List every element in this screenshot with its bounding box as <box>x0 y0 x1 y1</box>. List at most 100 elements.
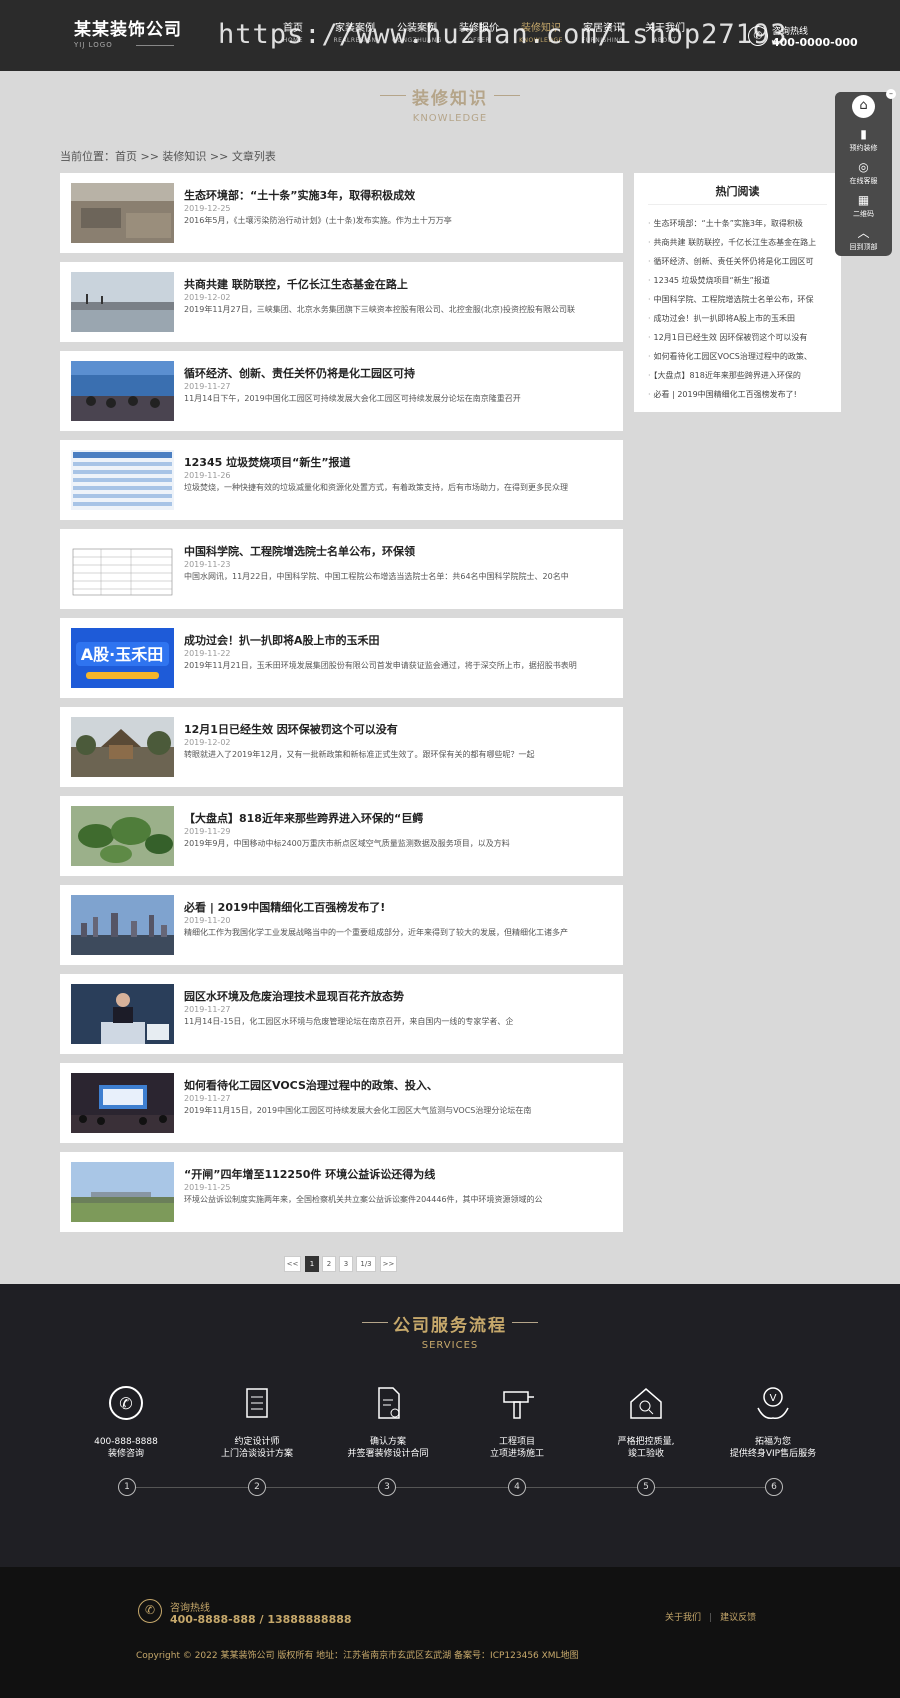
article-summary: 转眼就进入了2019年12月，又有一批新政策和新标准正式生效了。跟环保有关的都有… <box>184 750 535 759</box>
next-page-button[interactable]: >> <box>380 1256 397 1272</box>
hot-reading-item[interactable]: 【大盘点】818近年来那些跨界进入环保的 <box>648 366 830 385</box>
article-thumbnail[interactable] <box>71 539 174 599</box>
hot-reading-item[interactable]: 中国科学院、工程院增选院士名单公布，环保 <box>648 290 830 309</box>
article-title[interactable]: 必看 | 2019中国精细化工百强榜发布了! <box>184 899 385 915</box>
services-section: 公司服务流程 SERVICES ✆ 400-888-8888 装修咨询 约定设计… <box>0 1284 900 1567</box>
article-summary: 垃圾焚烧，一种快捷有效的垃圾减量化和资源化处置方式，有着政策支持，后有市场助力，… <box>184 483 568 492</box>
article-thumbnail[interactable] <box>71 806 174 866</box>
article-date: 2019-11-20 <box>184 916 231 925</box>
services-title: 公司服务流程 SERVICES <box>0 1311 900 1351</box>
footer-hotline-numbers: 400-8888-888 / 13888888888 <box>170 1613 352 1626</box>
article-item[interactable]: 必看 | 2019中国精细化工百强榜发布了! 2019-11-20 精细化工作为… <box>60 885 623 965</box>
hot-reading-item[interactable]: 必看 | 2019中国精细化工百强榜发布了! <box>648 385 830 404</box>
article-thumbnail[interactable] <box>71 1162 174 1222</box>
svg-text:V: V <box>770 1393 777 1404</box>
float-item-top[interactable]: ︿ 回到顶部 <box>835 226 892 252</box>
article-item[interactable]: 中国科学院、工程院增选院士名单公布，环保领 2019-11-23 中国水网讯，1… <box>60 529 623 609</box>
article-title[interactable]: 共商共建 联防联控，千亿长江生态基金在路上 <box>184 276 408 292</box>
home-button[interactable]: ⌂ <box>835 92 892 121</box>
article-item[interactable]: 生态环境部：“土十条”实施3年，取得积极成效 2019-12-25 2016年5… <box>60 173 623 253</box>
page-button[interactable]: 1 <box>305 1256 319 1272</box>
site-footer: ✆ 咨询热线 400-8888-888 / 13888888888 关于我们 | 建… <box>0 1567 900 1698</box>
float-item-qrcode[interactable]: ▦ 二维码 <box>835 193 892 219</box>
nav-sublabel: OFFER <box>467 37 491 44</box>
article-item[interactable]: 12月1日已经生效 因环保被罚这个可以没有 2019-12-02 转眼就进入了2… <box>60 707 623 787</box>
contract-icon <box>378 1387 400 1419</box>
article-thumbnail[interactable] <box>71 183 174 243</box>
nav-item-furnishing[interactable]: 家居资讯 FURNISHING <box>568 22 638 46</box>
hot-reading-item[interactable]: 12月1日已经生效 因环保被罚这个可以没有 <box>648 328 830 347</box>
article-title[interactable]: 循环经济、创新、责任关怀仍将是化工园区可持 <box>184 365 415 381</box>
nav-label: 装修报价 <box>459 23 499 34</box>
article-thumbnail[interactable] <box>71 1073 174 1133</box>
article-thumbnail[interactable] <box>71 272 174 332</box>
nav-item-home-cases[interactable]: 家装案例 REALRESIGN <box>320 22 390 46</box>
page-button[interactable]: 3 <box>339 1256 353 1272</box>
hot-reading-item[interactable]: 12345 垃圾焚烧项目“新生”报道 <box>648 271 830 290</box>
breadcrumb[interactable]: 当前位置：首页 >> 装修知识 >> 文章列表 <box>60 148 276 164</box>
article-title[interactable]: 12月1日已经生效 因环保被罚这个可以没有 <box>184 721 398 737</box>
drill-icon <box>503 1391 534 1419</box>
article-item[interactable]: 如何看待化工园区VOCS治理过程中的政策、投入、 2019-11-27 2019… <box>60 1063 623 1143</box>
article-item[interactable]: 【大盘点】818近年来那些跨界进入环保的“巨鳄 2019-11-29 2019年… <box>60 796 623 876</box>
article-date: 2019-11-27 <box>184 1094 231 1103</box>
article-title[interactable]: 生态环境部：“土十条”实施3年，取得积极成效 <box>184 187 415 203</box>
service-line2: 上门洽谈设计方案 <box>220 1449 293 1459</box>
article-thumbnail[interactable] <box>71 717 174 777</box>
prev-page-button[interactable]: << <box>284 1256 301 1272</box>
step-number: 3 <box>378 1478 396 1496</box>
hot-reading-item[interactable]: 循环经济、创新、责任关怀仍将是化工园区可 <box>648 252 830 271</box>
article-item[interactable]: “开闸”四年增至112250件 环境公益诉讼还得为线 2019-11-25 环境… <box>60 1152 623 1232</box>
nav-item-public-cases[interactable]: 公装案例 GONGZHUANG <box>382 22 452 46</box>
service-line2: 竣工验收 <box>627 1449 664 1459</box>
article-thumbnail[interactable] <box>71 450 174 510</box>
article-item[interactable]: 循环经济、创新、责任关怀仍将是化工园区可持 2019-11-27 11月14日下… <box>60 351 623 431</box>
article-item[interactable]: 共商共建 联防联控，千亿长江生态基金在路上 2019-12-02 2019年11… <box>60 262 623 342</box>
article-title[interactable]: “开闸”四年增至112250件 环境公益诉讼还得为线 <box>184 1166 435 1182</box>
hands-icon: V <box>757 1387 789 1420</box>
article-title[interactable]: 园区水环境及危废治理技术显现百花齐放态势 <box>184 988 404 1004</box>
article-date: 2019-11-26 <box>184 471 231 480</box>
nav-sublabel: KNOWLEDGE <box>519 37 563 44</box>
clipboard-icon <box>246 1388 268 1418</box>
article-date: 2019-11-27 <box>184 382 231 391</box>
article-title[interactable]: 成功过会！扒一扒即将A股上市的玉禾田 <box>184 632 380 648</box>
hot-reading-item[interactable]: 生态环境部：“土十条”实施3年，取得积极 <box>648 214 830 233</box>
phone-icon: ✆ <box>138 1599 162 1623</box>
article-thumbnail[interactable]: A股·玉禾田 <box>71 628 174 688</box>
article-title[interactable]: 12345 垃圾焚烧项目“新生”报道 <box>184 454 351 470</box>
footer-link-feedback[interactable]: 建议反馈 <box>720 1613 756 1623</box>
site-logo[interactable]: 某某装饰公司 YIJ LOGO <box>74 20 182 50</box>
service-line2: 提供终身VIP售后服务 <box>729 1449 817 1459</box>
page-title: 装修知识 KNOWLEDGE <box>0 84 900 124</box>
hotline-number: 400-0000-000 <box>772 36 858 49</box>
article-title[interactable]: 如何看待化工园区VOCS治理过程中的政策、投入、 <box>184 1077 438 1093</box>
steps-timeline <box>127 1487 774 1488</box>
hot-reading-item[interactable]: 共商共建 联防联控，千亿长江生态基金在路上 <box>648 233 830 252</box>
hot-reading-panel: 热门阅读 生态环境部：“土十条”实施3年，取得积极 共商共建 联防联控，千亿长江… <box>634 173 841 412</box>
nav-item-about[interactable]: 关于我们 ABOUT <box>630 22 700 46</box>
nav-item-knowledge[interactable]: 装修知识 KNOWLEDGE <box>506 22 576 46</box>
article-item[interactable]: 园区水环境及危废治理技术显现百花齐放态势 2019-11-27 11月14日-1… <box>60 974 623 1054</box>
step-number: 5 <box>637 1478 655 1496</box>
nav-label: 家居资讯 <box>583 23 623 34</box>
hot-reading-item[interactable]: 如何看待化工园区VOCS治理过程中的政策、 <box>648 347 830 366</box>
article-title[interactable]: 中国科学院、工程院增选院士名单公布，环保领 <box>184 543 415 559</box>
article-thumbnail[interactable] <box>71 361 174 421</box>
article-item[interactable]: 12345 垃圾焚烧项目“新生”报道 2019-11-26 垃圾焚烧，一种快捷有… <box>60 440 623 520</box>
close-icon[interactable]: – <box>886 89 896 99</box>
article-date: 2019-11-29 <box>184 827 231 836</box>
service-line1: 严格把控质量, <box>617 1437 675 1447</box>
float-item-appointment[interactable]: ▮ 预约装修 <box>835 127 892 153</box>
article-title[interactable]: 【大盘点】818近年来那些跨界进入环保的“巨鳄 <box>184 810 423 826</box>
nav-item-home[interactable]: 首页 HOME <box>258 22 328 46</box>
article-item[interactable]: A股·玉禾田 成功过会！扒一扒即将A股上市的玉禾田 2019-11-22 201… <box>60 618 623 698</box>
footer-link-about[interactable]: 关于我们 <box>665 1613 701 1623</box>
article-thumbnail[interactable] <box>71 984 174 1044</box>
hot-reading-item[interactable]: 成功过会！扒一扒即将A股上市的玉禾田 <box>648 309 830 328</box>
nav-label: 装修知识 <box>521 23 561 34</box>
article-thumbnail[interactable] <box>71 895 174 955</box>
float-item-service[interactable]: ◎ 在线客服 <box>835 160 892 186</box>
nav-item-offer[interactable]: 装修报价 OFFER <box>444 22 514 46</box>
page-button[interactable]: 2 <box>322 1256 336 1272</box>
